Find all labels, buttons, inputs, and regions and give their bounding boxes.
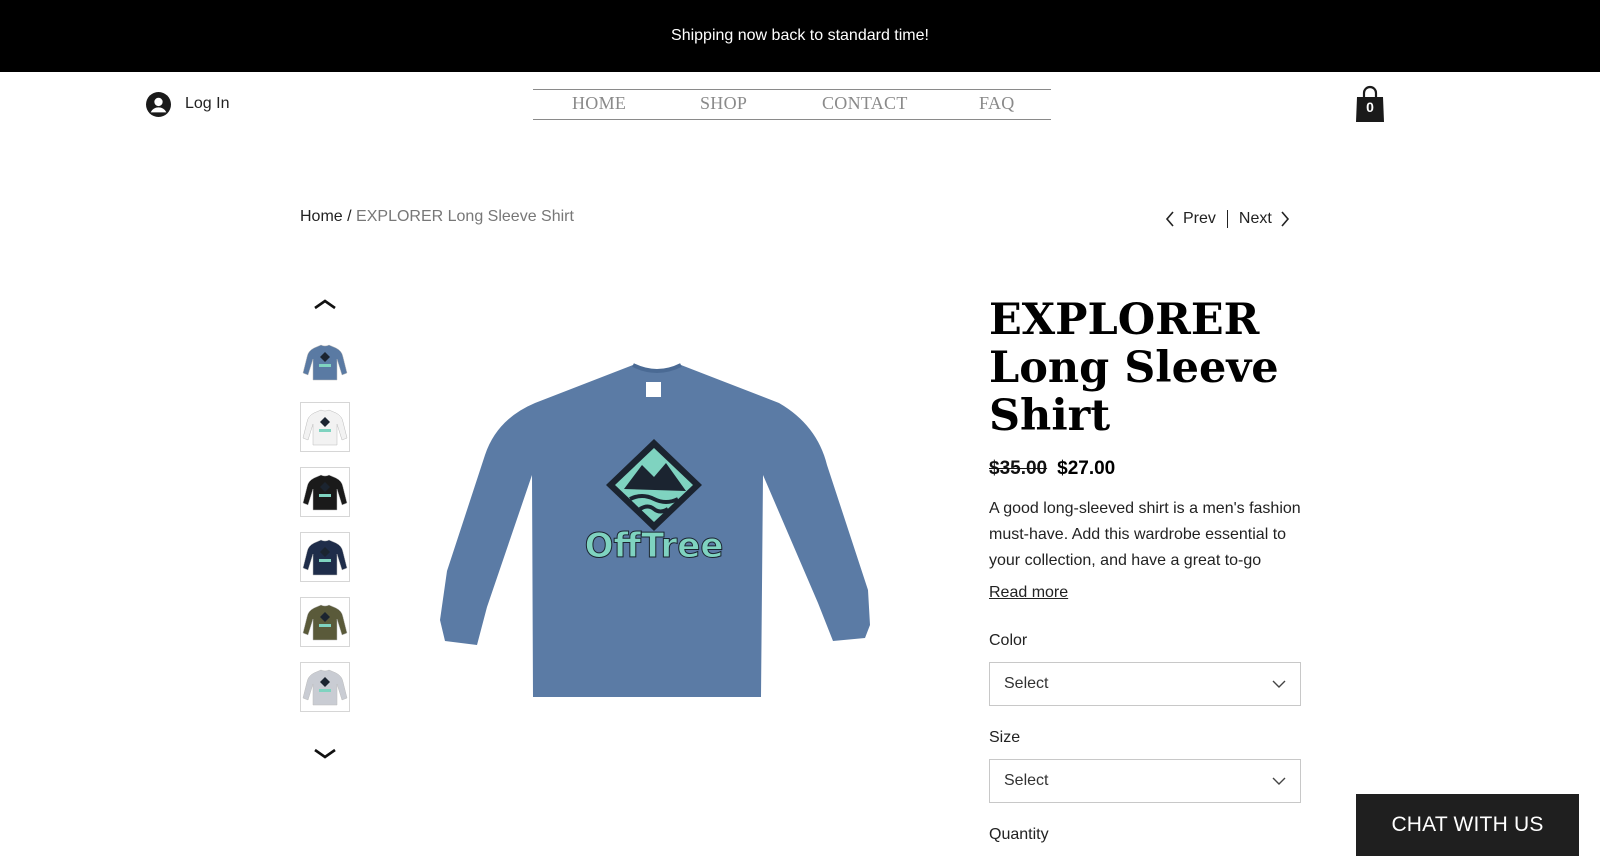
breadcrumb-separator: /: [347, 208, 352, 225]
chevron-down-icon: [1272, 777, 1286, 785]
svg-text:OffTree: OffTree: [585, 526, 724, 566]
nav-item-faq[interactable]: FAQ: [979, 93, 1015, 114]
shirt-thumbnail-image: [302, 604, 348, 641]
next-label: Next: [1238, 210, 1272, 227]
read-more-link[interactable]: Read more: [989, 584, 1068, 602]
cart-count: 0: [1366, 99, 1374, 115]
announcement-banner: Shipping now back to standard time!: [0, 0, 1600, 72]
product-title-line: EXPLORER: [989, 295, 1260, 345]
thumbnail[interactable]: [300, 597, 350, 647]
size-select-value: Select: [1004, 772, 1049, 789]
chevron-down-icon[interactable]: [312, 746, 338, 762]
price-sale: $27.00: [1057, 458, 1116, 479]
thumbnail[interactable]: [300, 402, 350, 452]
main-nav: HOME SHOP CONTACT FAQ: [533, 89, 1051, 120]
color-select[interactable]: Select: [989, 662, 1301, 706]
product-title: EXPLORER Long Sleeve Shirt: [989, 296, 1301, 440]
breadcrumb-home[interactable]: Home: [300, 208, 343, 225]
breadcrumb-current: EXPLORER Long Sleeve Shirt: [356, 208, 574, 225]
chat-button[interactable]: CHAT WITH US: [1356, 794, 1579, 856]
thumbnail[interactable]: [300, 662, 350, 712]
product-title-line: Shirt: [989, 391, 1111, 441]
thumbnail[interactable]: [300, 467, 350, 517]
nav-item-home[interactable]: HOME: [572, 93, 626, 114]
nav-item-shop[interactable]: SHOP: [700, 93, 747, 114]
login-button[interactable]: Log In: [146, 90, 229, 118]
nav-item-contact[interactable]: CONTACT: [822, 93, 908, 114]
breadcrumb: Home / EXPLORER Long Sleeve Shirt: [300, 208, 574, 226]
shirt-image: OffTree: [440, 363, 870, 697]
cart-button[interactable]: 0: [1355, 85, 1385, 123]
color-label: Color: [989, 632, 1028, 649]
chevron-down-icon: [1272, 680, 1286, 688]
quantity-label: Quantity: [989, 826, 1049, 843]
prev-label: Prev: [1183, 210, 1216, 227]
color-select-value: Select: [1004, 675, 1049, 692]
chevron-left-icon: [1165, 211, 1174, 227]
next-button[interactable]: Next: [1239, 210, 1290, 228]
chevron-up-icon[interactable]: [312, 296, 338, 312]
shirt-thumbnail-image: [302, 474, 348, 511]
pager-divider: [1226, 210, 1228, 228]
product-pager: Prev Next: [1165, 208, 1290, 230]
login-label: Log In: [185, 95, 230, 112]
price: $35.00 $27.00: [989, 458, 1115, 480]
shirt-thumbnail-image: [302, 344, 348, 381]
product-description: A good long-sleeved shirt is a men's fas…: [989, 500, 1301, 569]
shirt-thumbnail-image: [302, 409, 348, 446]
chevron-right-icon: [1281, 211, 1289, 227]
user-avatar-icon: [146, 91, 171, 117]
banner-text: Shipping now back to standard time!: [671, 27, 929, 44]
chat-label: CHAT WITH US: [1391, 813, 1544, 836]
size-select[interactable]: Select: [989, 759, 1301, 803]
thumbnail[interactable]: [300, 337, 350, 387]
price-original: $35.00: [989, 458, 1048, 479]
size-label: Size: [989, 729, 1021, 746]
product-info: EXPLORER Long Sleeve Shirt $35.00 $27.00…: [989, 296, 1301, 843]
prev-button[interactable]: Prev: [1165, 210, 1216, 228]
thumbnail[interactable]: [300, 532, 350, 582]
main-product-image[interactable]: OffTree: [425, 345, 890, 700]
shirt-thumbnail-image: [302, 539, 348, 576]
shirt-thumbnail-image: [302, 669, 348, 706]
product-title-line: Long Sleeve: [989, 343, 1279, 393]
